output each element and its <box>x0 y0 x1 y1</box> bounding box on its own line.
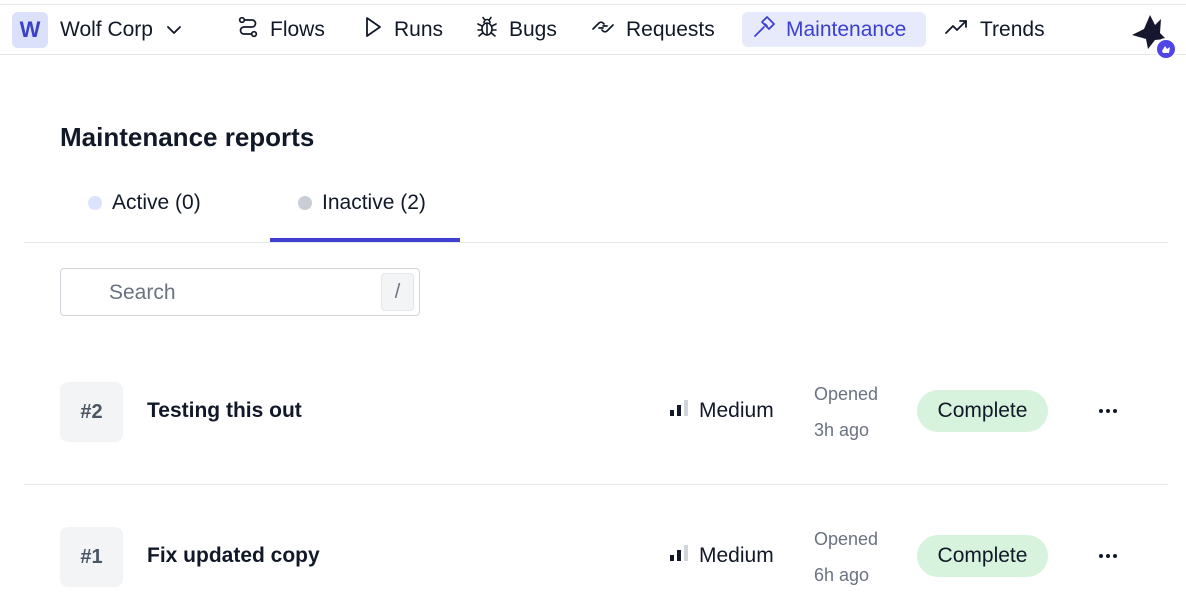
report-number-badge: #1 <box>60 527 123 587</box>
play-icon <box>362 15 384 45</box>
status-badge: Complete <box>917 390 1048 432</box>
nav-item-flows[interactable]: Flows <box>226 12 335 47</box>
opened-time: 6h ago <box>814 565 870 585</box>
priority-label: Medium <box>699 544 774 567</box>
page-title: Maintenance reports <box>60 122 315 152</box>
opened-time: 3h ago <box>814 420 870 440</box>
priority-indicator: Medium <box>669 543 774 569</box>
nav-item-maintenance[interactable]: Maintenance <box>742 12 926 47</box>
row-divider <box>24 484 1168 485</box>
opened-label: Opened <box>814 384 879 404</box>
status-badge: Complete <box>917 535 1048 577</box>
priority-bars-icon <box>669 543 689 569</box>
top-navbar: W Wolf Corp Flows Runs Bugs Requests Mai… <box>0 5 1186 60</box>
priority-label: Medium <box>699 399 774 422</box>
report-row[interactable]: #2 Testing this out Medium Opened 3h ago… <box>24 360 1168 462</box>
nav-label-runs: Runs <box>394 17 444 41</box>
nav-label-trends: Trends <box>980 17 1045 41</box>
tab-active[interactable]: Active (0) <box>88 186 201 220</box>
report-number-badge: #2 <box>60 382 123 442</box>
tab-status-dot <box>88 196 102 210</box>
opened-label: Opened <box>814 529 879 549</box>
workspace-switcher[interactable]: W Wolf Corp <box>12 12 183 48</box>
nav-label-flows: Flows <box>270 17 325 41</box>
search-box: / <box>60 268 420 316</box>
flows-icon <box>236 15 260 45</box>
nav-item-runs[interactable]: Runs <box>352 12 453 47</box>
workspace-avatar: W <box>12 12 48 48</box>
tabs-divider <box>24 242 1168 243</box>
nav-item-requests[interactable]: Requests <box>580 12 725 47</box>
user-avatar[interactable] <box>1128 13 1180 60</box>
trend-icon <box>944 15 970 45</box>
nav-label-maintenance: Maintenance <box>786 17 907 41</box>
report-title[interactable]: Fix updated copy <box>147 544 320 568</box>
tab-label-active: Active (0) <box>112 191 201 214</box>
workspace-name: Wolf Corp <box>60 18 153 41</box>
nav-item-bugs[interactable]: Bugs <box>465 12 567 47</box>
nav-label-bugs: Bugs <box>509 17 557 41</box>
nav-label-requests: Requests <box>626 17 715 41</box>
report-row[interactable]: #1 Fix updated copy Medium Opened 6h ago… <box>24 505 1168 607</box>
bug-icon <box>475 15 499 45</box>
opened-timestamp: Opened 3h ago <box>814 376 878 448</box>
tab-status-dot <box>298 196 312 210</box>
chevron-down-icon <box>165 21 183 39</box>
report-title[interactable]: Testing this out <box>147 399 302 423</box>
nav-item-trends[interactable]: Trends <box>934 12 1055 47</box>
more-options-icon[interactable] <box>1096 544 1120 568</box>
priority-indicator: Medium <box>669 398 774 424</box>
tab-label-inactive: Inactive (2) <box>322 191 426 214</box>
more-options-icon[interactable] <box>1096 399 1120 423</box>
hammer-icon <box>752 15 776 45</box>
search-input[interactable] <box>109 279 369 307</box>
opened-timestamp: Opened 6h ago <box>814 521 878 593</box>
search-shortcut-hint: / <box>381 273 414 311</box>
priority-bars-icon <box>669 398 689 424</box>
tab-inactive[interactable]: Inactive (2) <box>298 186 426 220</box>
requests-icon <box>590 15 616 45</box>
